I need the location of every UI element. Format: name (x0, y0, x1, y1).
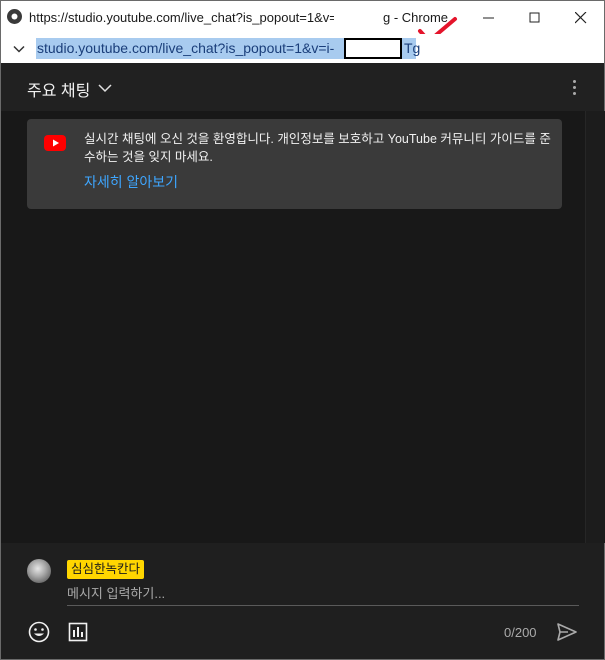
chat-header: 주요 채팅 (1, 63, 604, 112)
close-button[interactable] (558, 1, 604, 34)
chrome-favicon-icon (7, 9, 22, 24)
chat-mode-title[interactable]: 주요 채팅 (27, 77, 90, 101)
chat-scrollbar[interactable] (585, 111, 605, 543)
title-redaction (334, 6, 388, 28)
more-vert-icon[interactable] (567, 77, 583, 97)
url-tail[interactable]: Tg (404, 40, 420, 56)
url-redaction (344, 38, 402, 59)
maximize-button[interactable] (512, 1, 558, 34)
title-bar: https://studio.youtube.com/live_chat?is_… (1, 1, 604, 43)
url-text[interactable]: studio.youtube.com/live_chat?is_popout=1… (37, 40, 334, 56)
send-icon[interactable] (556, 621, 578, 643)
window-title-start: https://studio.youtube.com/live_chat?is_… (29, 10, 352, 25)
emoji-icon[interactable] (27, 620, 51, 644)
address-bar[interactable]: studio.youtube.com/live_chat?is_popout=1… (1, 34, 604, 64)
char-counter: 0/200 (504, 625, 537, 640)
minimize-button[interactable] (466, 1, 512, 34)
youtube-logo-icon (44, 135, 66, 151)
message-input[interactable]: 메시지 입력하기... (67, 585, 579, 606)
learn-more-link[interactable]: 자세히 알아보기 (84, 172, 178, 192)
avatar (27, 559, 51, 583)
poll-icon[interactable] (68, 622, 88, 642)
username-badge: 심심한녹칸다 (67, 560, 145, 579)
chevron-down-icon[interactable] (13, 42, 25, 60)
browser-window: https://studio.youtube.com/live_chat?is_… (0, 0, 605, 660)
welcome-message: 실시간 채팅에 오신 것을 환영합니다. 개인정보를 보호하고 YouTube … (84, 132, 551, 164)
chevron-down-icon[interactable] (98, 80, 112, 98)
